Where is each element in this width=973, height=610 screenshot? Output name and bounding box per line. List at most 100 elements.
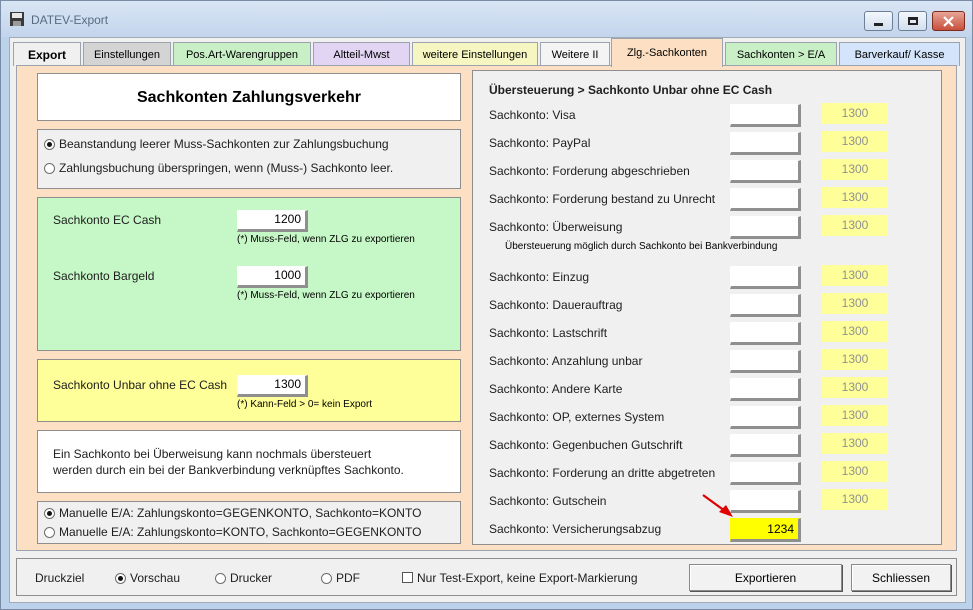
row-label-forderung-abgeschrieben: Sachkonto: Forderung abgeschrieben: [489, 164, 690, 178]
tab-zlg-sachkonten[interactable]: Zlg.-Sachkonten: [611, 38, 723, 67]
target-radio-drucker[interactable]: [215, 573, 226, 584]
validation-options-group: Beanstandung leerer Muss-Sachkonten zur …: [37, 129, 461, 189]
gegenbuchen-gutschrift-default: 1300: [822, 433, 888, 454]
bargeld-input[interactable]: 1000: [237, 266, 308, 288]
row-label-einzug: Sachkonto: Einzug: [489, 270, 590, 284]
validation-option-label-2: Zahlungsbuchung überspringen, wenn (Muss…: [59, 161, 394, 175]
tab-barverkauf-kasse[interactable]: Barverkauf/ Kasse: [839, 42, 960, 66]
tab-weitere-ii[interactable]: Weitere II: [540, 42, 610, 66]
forderung-abgeschrieben-default: 1300: [822, 159, 888, 180]
lastschrift-default: 1300: [822, 321, 888, 342]
heading-box: Sachkonten Zahlungsverkehr: [37, 73, 461, 121]
tab-pos-art-warengruppen[interactable]: Pos.Art-Warengruppen: [173, 42, 311, 66]
anzahlung-unbar-default: 1300: [822, 349, 888, 370]
dauerauftrag-default: 1300: [822, 293, 888, 314]
validation-option-radio-1[interactable]: [44, 139, 55, 150]
row-label-forderung-dritte: Sachkonto: Forderung an dritte abgetrete…: [489, 466, 716, 480]
client-area: Export Einstellungen Pos.Art-Warengruppe…: [9, 37, 966, 603]
info-box: Ein Sachkonto bei Überweisung kann nochm…: [37, 430, 461, 493]
tab-label: Sachkonten > E/A: [736, 48, 826, 61]
unbar-input[interactable]: 1300: [237, 375, 308, 397]
visa-default: 1300: [822, 103, 888, 124]
ueberweisung-input[interactable]: [730, 216, 801, 239]
anzahlung-unbar-input[interactable]: [730, 350, 801, 373]
minimize-button[interactable]: [864, 11, 893, 31]
tab-export[interactable]: Export: [13, 42, 81, 66]
validation-option-radio-2[interactable]: [44, 163, 55, 174]
row-label-gutschein: Sachkonto: Gutschein: [489, 494, 607, 508]
forderung-dritte-default: 1300: [822, 461, 888, 482]
tab-label: Einstellungen: [93, 48, 161, 61]
gegenbuchen-gutschrift-input[interactable]: [730, 434, 801, 457]
target-label-drucker: Drucker: [230, 571, 273, 585]
window-title: DATEV-Export: [31, 13, 109, 27]
visa-input[interactable]: [730, 104, 801, 127]
test-export-checkbox[interactable]: [402, 572, 413, 583]
gutschein-default: 1300: [822, 489, 888, 510]
target-label-pdf: PDF: [336, 571, 360, 585]
row-label-visa: Sachkonto: Visa: [489, 108, 576, 122]
einzug-default: 1300: [822, 265, 888, 286]
page-title: Sachkonten Zahlungsverkehr: [136, 89, 362, 106]
tab-einstellungen[interactable]: Einstellungen: [83, 42, 171, 66]
close-button[interactable]: [932, 11, 965, 31]
tab-altteil-mwst[interactable]: Altteil-Mwst: [313, 42, 410, 66]
gutschein-input[interactable]: [730, 490, 801, 513]
ec-cash-input[interactable]: 1200: [237, 210, 308, 232]
tab-label: Barverkauf/ Kasse: [854, 48, 945, 61]
override-heading: Übersteuerung > Sachkonto Unbar ohne EC …: [489, 83, 773, 97]
target-radio-vorschau[interactable]: [115, 573, 126, 584]
forderung-unrecht-input[interactable]: [730, 188, 801, 211]
tab-label: Altteil-Mwst: [333, 48, 390, 61]
paypal-input[interactable]: [730, 132, 801, 155]
tab-sachkonten-ea[interactable]: Sachkonten > E/A: [725, 42, 837, 66]
dauerauftrag-input[interactable]: [730, 294, 801, 317]
row-label-lastschrift: Sachkonto: Lastschrift: [489, 326, 608, 340]
muss-konten-group: Sachkonto EC Cash 1200 (*) Muss-Feld, we…: [37, 197, 461, 351]
tab-label: Weitere II: [551, 48, 599, 61]
bank-override-note: Übersteuerung möglich durch Sachkonto be…: [505, 241, 778, 252]
target-label-vorschau: Vorschau: [130, 571, 181, 585]
op-extern-input[interactable]: [730, 406, 801, 429]
forderung-unrecht-default: 1300: [822, 187, 888, 208]
datev-export-window: DATEV-Export Export Einstellungen Pos.Ar…: [0, 0, 973, 610]
ea-option-radio-1[interactable]: [44, 508, 55, 519]
unbar-group: Sachkonto Unbar ohne EC Cash 1300 (*) Ka…: [37, 359, 461, 422]
red-arrow-icon: [702, 494, 733, 517]
tab-label: Pos.Art-Warengruppen: [185, 48, 299, 61]
ea-option-label-1: Manuelle E/A: Zahlungskonto=GEGENKONTO, …: [59, 506, 422, 520]
druckziel-label: Druckziel: [35, 571, 85, 585]
ea-option-label-2: Manuelle E/A: Zahlungskonto=KONTO, Sachk…: [59, 525, 422, 539]
maximize-icon: [907, 17, 918, 25]
target-radio-pdf[interactable]: [321, 573, 332, 584]
export-button[interactable]: Exportieren: [689, 564, 842, 591]
versicherungsabzug-input[interactable]: 1234: [730, 518, 801, 542]
tab-label: Export: [27, 47, 66, 62]
op-extern-default: 1300: [822, 405, 888, 426]
andere-karte-default: 1300: [822, 377, 888, 398]
info-line-2: werden durch ein bei der Bankverbindung …: [53, 463, 404, 477]
ea-option-radio-2[interactable]: [44, 527, 55, 538]
row-label-gegenbuchen-gutschrift: Sachkonto: Gegenbuchen Gutschrift: [489, 438, 683, 452]
forderung-dritte-input[interactable]: [730, 462, 801, 485]
lastschrift-input[interactable]: [730, 322, 801, 345]
override-group: Übersteuerung > Sachkonto Unbar ohne EC …: [472, 70, 942, 545]
title-bar: DATEV-Export: [1, 1, 972, 37]
zlg-sachkonten-panel: Sachkonten Zahlungsverkehr Beanstandung …: [16, 65, 957, 551]
andere-karte-input[interactable]: [730, 378, 801, 401]
floppy-disk-icon: [10, 12, 24, 26]
bargeld-hint: (*) Muss-Feld, wenn ZLG zu exportieren: [237, 290, 415, 301]
info-line-1: Ein Sachkonto bei Überweisung kann nochm…: [53, 447, 372, 461]
tab-weitere-einstellungen[interactable]: weitere Einstellungen: [412, 42, 538, 66]
close-dialog-button[interactable]: Schliessen: [851, 564, 951, 591]
validation-option-label-1: Beanstandung leerer Muss-Sachkonten zur …: [59, 137, 389, 151]
tab-label: weitere Einstellungen: [422, 48, 528, 61]
forderung-abgeschrieben-input[interactable]: [730, 160, 801, 183]
maximize-button[interactable]: [898, 11, 927, 31]
test-export-label: Nur Test-Export, keine Export-Markierung: [417, 571, 638, 585]
tab-label: Zlg.-Sachkonten: [626, 47, 708, 59]
close-icon: [943, 15, 954, 27]
einzug-input[interactable]: [730, 266, 801, 289]
row-label-dauerauftrag: Sachkonto: Dauerauftrag: [489, 298, 623, 312]
ea-options-group: Manuelle E/A: Zahlungskonto=GEGENKONTO, …: [37, 501, 461, 544]
